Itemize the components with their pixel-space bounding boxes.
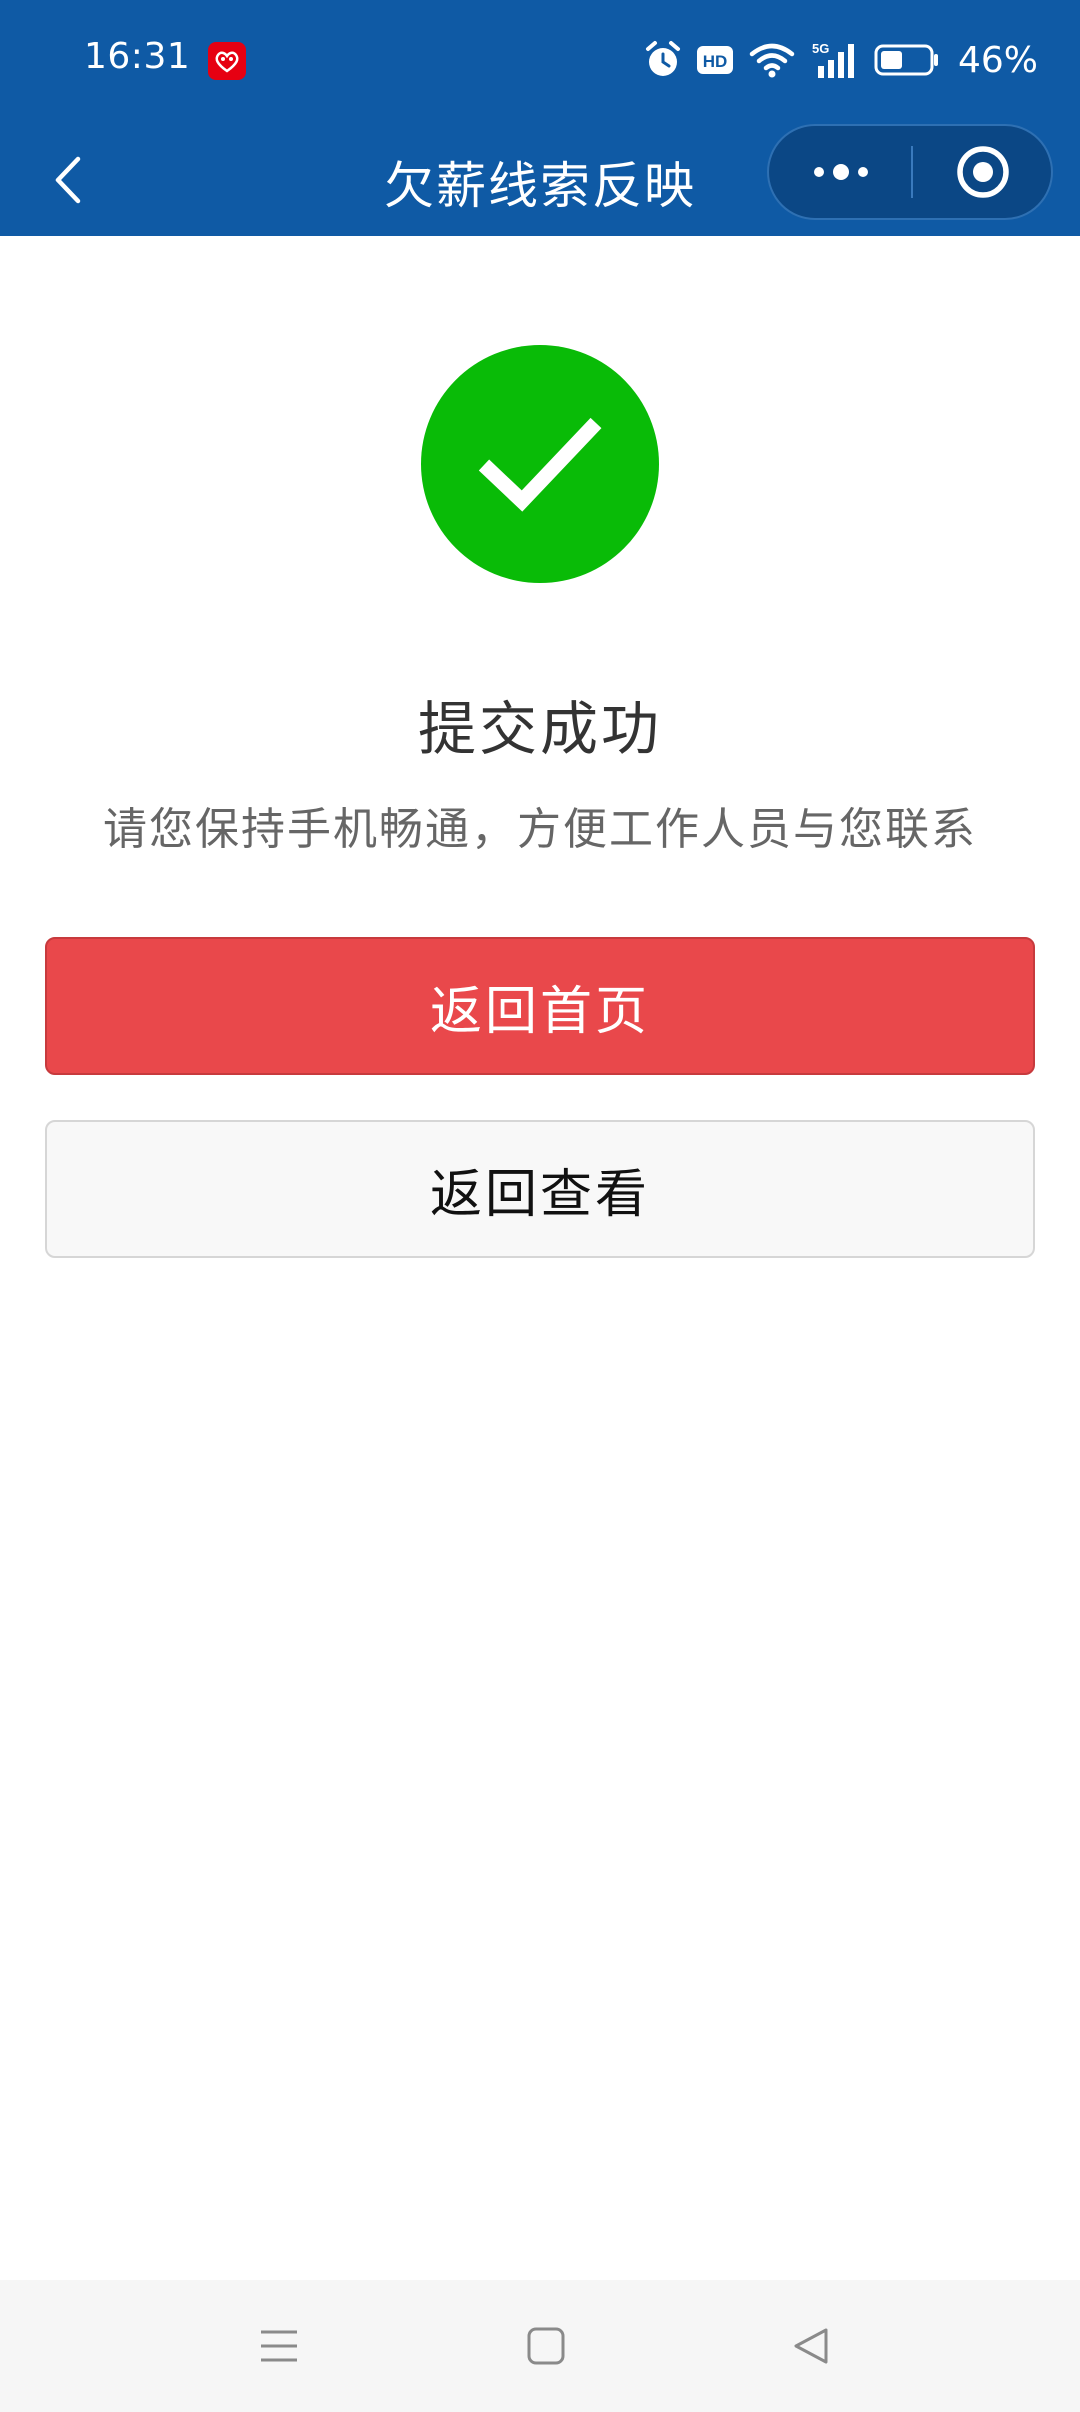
- close-miniprogram-button[interactable]: [913, 126, 1053, 218]
- system-back-button[interactable]: [780, 2314, 844, 2378]
- nav-bar: 欠薪线索反映: [0, 124, 1080, 236]
- battery-percent: 46%: [957, 39, 1038, 81]
- status-bar: 16:31 HD 5G 46%: [0, 0, 1080, 124]
- system-nav-bar: [0, 2280, 1080, 2412]
- alarm-icon: [644, 40, 682, 80]
- more-dots-icon: [813, 164, 868, 180]
- network-label: 5G: [812, 41, 829, 56]
- app-screen: 16:31 HD 5G 46% 欠薪线索反映 提交成功 请您保持手机畅通，方便工…: [0, 0, 1080, 2412]
- menu-icon: [261, 2330, 297, 2362]
- wifi-icon: [748, 41, 796, 79]
- app-notification-icon: [208, 42, 246, 80]
- home-icon: [527, 2327, 565, 2365]
- check-circle-icon: [421, 345, 659, 583]
- back-home-button[interactable]: 返回首页: [45, 937, 1035, 1075]
- battery-icon: [874, 43, 940, 77]
- back-view-label: 返回查看: [429, 1164, 650, 1225]
- result-title: 提交成功: [417, 695, 662, 763]
- header: 16:31 HD 5G 46% 欠薪线索反映: [0, 0, 1080, 236]
- back-view-button[interactable]: 返回查看: [45, 1120, 1035, 1258]
- svg-text:HD: HD: [703, 52, 728, 71]
- home-button[interactable]: [514, 2314, 578, 2378]
- back-home-label: 返回首页: [429, 981, 650, 1042]
- target-circle-icon: [957, 146, 1009, 198]
- miniprogram-capsule: [767, 124, 1053, 220]
- hd-icon: HD: [696, 45, 734, 75]
- more-button[interactable]: [769, 126, 912, 218]
- back-triangle-icon: [794, 2328, 828, 2364]
- recents-button[interactable]: [247, 2314, 311, 2378]
- status-icons: HD 5G 46%: [644, 38, 1038, 82]
- status-time: 16:31: [84, 36, 191, 77]
- result-message: 请您保持手机畅通，方便工作人员与您联系: [103, 804, 977, 855]
- signal-icon: 5G: [810, 40, 860, 80]
